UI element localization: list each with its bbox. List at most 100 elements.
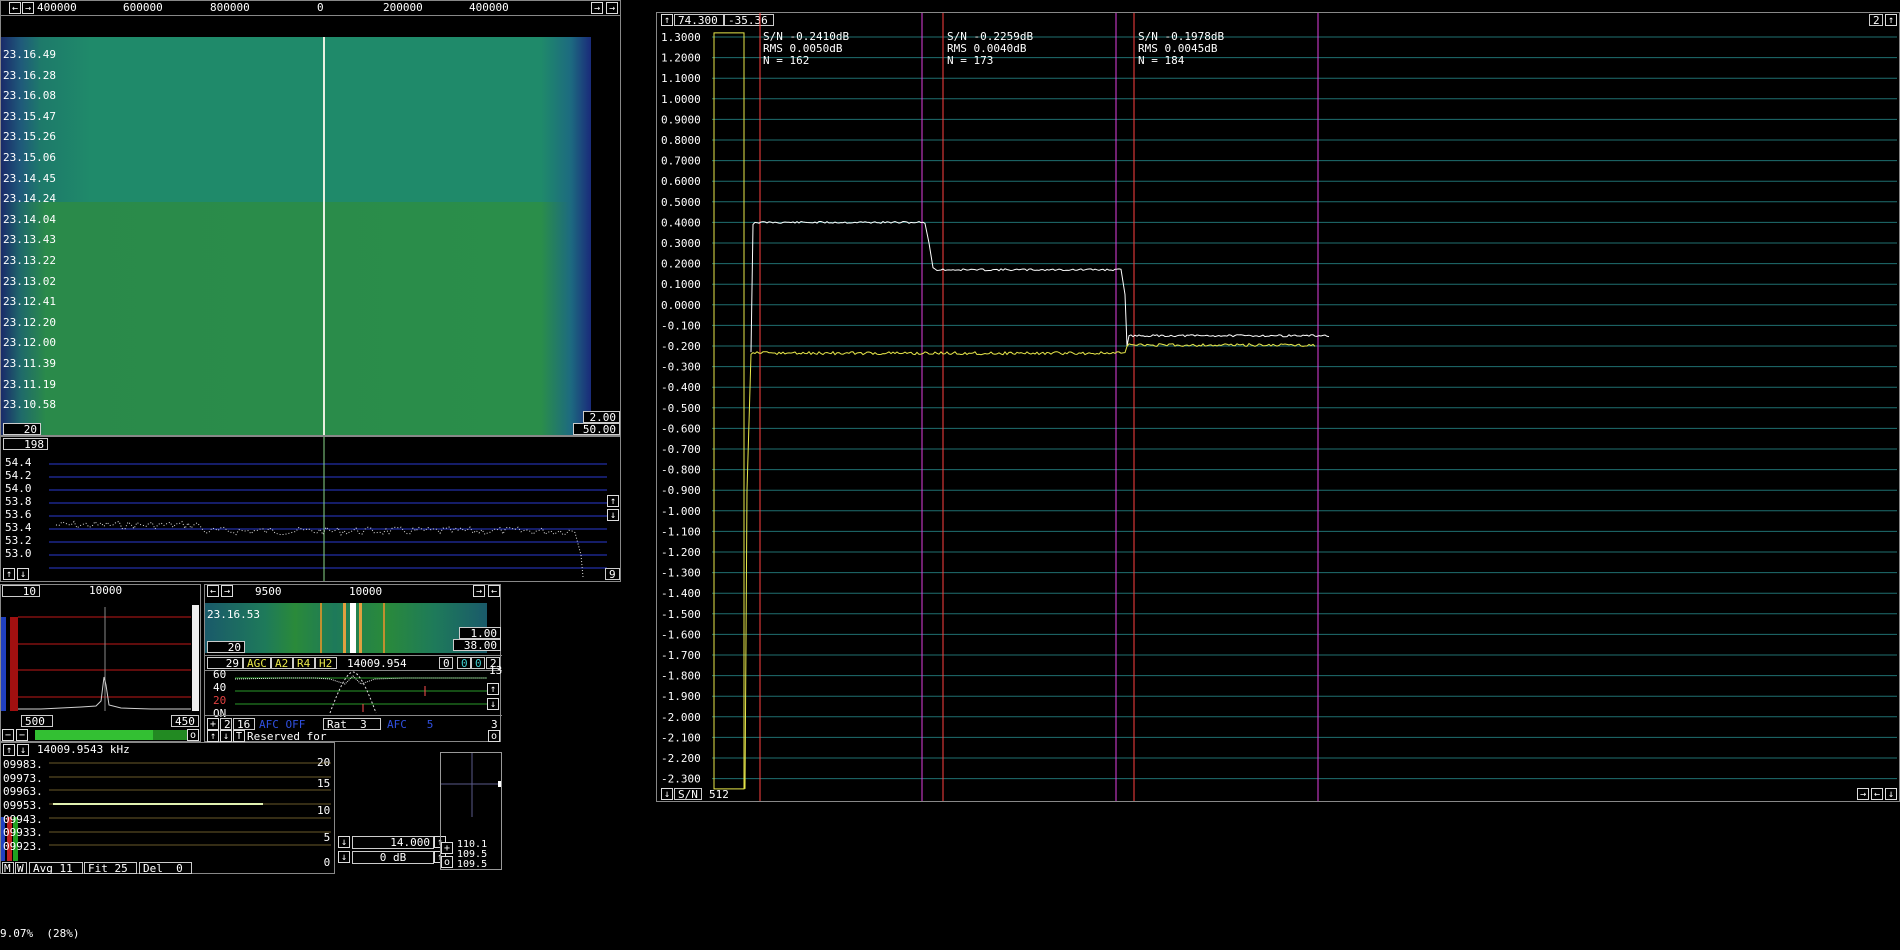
- s-meter-value2[interactable]: 0 dB: [352, 851, 434, 864]
- s-meter-panel: ↓ 14.000 ↑ ↓ 0 dB ↑: [336, 836, 446, 868]
- freq-list-row-label[interactable]: 09933.: [3, 827, 43, 841]
- waterfall-time-label: 23.15.06: [3, 150, 56, 164]
- waterfall-zero-field[interactable]: 50.00: [573, 423, 620, 436]
- waterfall-time-label: 23.16.28: [3, 68, 56, 82]
- hires-down-button[interactable]: ↓: [487, 698, 499, 710]
- mode-w-button[interactable]: W: [15, 862, 27, 875]
- polar-reading: 110.1: [457, 839, 488, 850]
- hires-right-button[interactable]: →: [221, 585, 233, 597]
- spectrum-scale-up-button[interactable]: ↑: [607, 495, 619, 507]
- hires-down2-button[interactable]: ↓: [220, 730, 232, 742]
- graph-y-label: -0.600: [661, 422, 701, 435]
- graph-right-button[interactable]: →: [1857, 788, 1869, 800]
- s-meter-value1[interactable]: 14.000: [352, 836, 434, 849]
- hires-right-field[interactable]: 0: [439, 657, 453, 670]
- waterfall-image[interactable]: [1, 37, 591, 435]
- freq-list-scale-label: 5: [323, 830, 331, 844]
- hires-bw2-field[interactable]: 16: [233, 718, 255, 731]
- sn-plot[interactable]: 1.3000 1.2000 1.1000 1.0000 0.9000 0.8000 0.70…: [657, 13, 1899, 801]
- hires-o-button[interactable]: o: [488, 730, 500, 742]
- hires-left-button[interactable]: ←: [207, 585, 219, 597]
- freq-list-rows: 09983. 09973. 09963. 09953. 09943. 09933…: [3, 759, 43, 855]
- fit-field[interactable]: Fit 25: [84, 862, 137, 875]
- freq-list-up-button[interactable]: ↑: [3, 744, 15, 756]
- hires-zoom-out-button[interactable]: ←: [488, 585, 500, 597]
- waterfall-scroll-left-button[interactable]: ←: [9, 2, 21, 14]
- graph-left-button[interactable]: ←: [1871, 788, 1883, 800]
- baseband-plot[interactable]: [1, 597, 200, 711]
- freq-list-controls: M W Avg 11 Fit 25 Del 0: [1, 862, 336, 875]
- hires-t-button[interactable]: T: [233, 730, 245, 742]
- waterfall-gain-field[interactable]: 2.00: [583, 411, 620, 424]
- hires-gridlines: [235, 677, 487, 705]
- avg-field[interactable]: Avg 11: [29, 862, 83, 875]
- waterfall-zoom-right-button[interactable]: →: [591, 2, 603, 14]
- hires-h2-button[interactable]: H2: [315, 657, 337, 670]
- hires-rat-field[interactable]: Rat 3: [323, 718, 381, 731]
- waterfall-pan-right-button[interactable]: →: [606, 2, 618, 14]
- sn-graph-window: ↑ 74.300 -35.36 2 ↑ 1.3000 1.2000 1.1000 1.…: [656, 12, 1900, 802]
- polar-o-button[interactable]: o: [441, 856, 453, 868]
- freq-list-row-label[interactable]: 09983.: [3, 759, 43, 773]
- freq-list-row-label[interactable]: 09963.: [3, 786, 43, 800]
- hires-trace: [234, 675, 487, 685]
- waterfall-freq-tick: 200000: [383, 1, 423, 14]
- hires-gain-field[interactable]: 1.00: [459, 627, 501, 640]
- s-meter-down-button[interactable]: ↓: [338, 836, 350, 848]
- graph-stat-n: N = 184: [1138, 54, 1185, 67]
- waterfall-time-label: 23.16.49: [3, 48, 56, 61]
- hires-afc2-text: AFC: [387, 718, 407, 731]
- freq-list-plot: [1, 762, 331, 861]
- graph-down-button[interactable]: ↓: [661, 788, 673, 800]
- polar-plus-button[interactable]: +: [441, 842, 453, 854]
- graph-mode-field[interactable]: S/N: [674, 788, 702, 801]
- spectrum-plot[interactable]: [1, 437, 620, 581]
- mode-m-button[interactable]: M: [2, 862, 14, 875]
- baseband-minus-button[interactable]: −: [2, 729, 14, 741]
- hires-signal-glow: [359, 603, 362, 653]
- hires-window: ← → 9500 10000 → ← 23.16.53 1.00 38.00 2…: [204, 584, 503, 743]
- s-meter-down2-button[interactable]: ↓: [338, 851, 350, 863]
- hires-bw-field[interactable]: 2: [220, 718, 232, 731]
- del-field[interactable]: Del 0: [139, 862, 192, 875]
- graph-y-label: 0.9000: [661, 113, 701, 126]
- waterfall-freq-tick: 600000: [123, 1, 163, 14]
- hires-zoom-in-button[interactable]: →: [473, 585, 485, 597]
- hires-afc2-label[interactable]: AFC 5: [387, 719, 433, 731]
- graph-y-label: 0.7000: [661, 155, 701, 168]
- spectrum-up-button[interactable]: ↑: [3, 568, 15, 580]
- baseband-top-left-field[interactable]: 10: [2, 585, 40, 598]
- graph-down-right-button[interactable]: ↓: [1885, 788, 1897, 800]
- waterfall-avg-field[interactable]: 20: [3, 423, 41, 436]
- hires-right-field[interactable]: 0: [471, 657, 485, 670]
- baseband-minus2-button[interactable]: −: [16, 729, 28, 741]
- spectrum-scale-down-button[interactable]: ↓: [607, 509, 619, 521]
- hires-left-field[interactable]: 20: [207, 641, 245, 654]
- spectrum-down-button[interactable]: ↓: [17, 568, 29, 580]
- hires-up2-button[interactable]: ↑: [207, 730, 219, 742]
- waterfall-scroll-right-button[interactable]: →: [22, 2, 34, 14]
- graph-y-label: 1.0000: [661, 93, 701, 106]
- hires-time: 23.16.53: [207, 608, 260, 621]
- freq-list-row-label[interactable]: 09973.: [3, 772, 43, 787]
- hires-freq-tick: 10000: [349, 585, 383, 598]
- hires-r4-button[interactable]: R4: [293, 657, 315, 670]
- baseband-bottom-right-field[interactable]: 450: [171, 715, 199, 728]
- baseband-bottom-left-field[interactable]: 500: [21, 715, 53, 728]
- freq-list-row-label[interactable]: 09923.: [3, 841, 43, 855]
- hires-spectrum[interactable]: [205, 670, 502, 714]
- hires-plus-button[interactable]: +: [207, 718, 219, 730]
- baseband-o-button[interactable]: o: [187, 729, 199, 741]
- freq-list-down-button[interactable]: ↓: [17, 744, 29, 756]
- hires-up-button[interactable]: ↑: [487, 683, 499, 695]
- freq-list-row-label[interactable]: 09953.: [3, 800, 43, 814]
- freq-list-row-label[interactable]: 09943.: [3, 813, 43, 828]
- graph-stats-1: S/N -0.2410dB RMS 0.0050dB N = 162: [763, 31, 849, 67]
- hires-zero-field[interactable]: 38.00: [453, 639, 501, 652]
- hires-right-value: 13: [489, 664, 503, 677]
- spectrum-right-field[interactable]: 9: [605, 568, 620, 581]
- hires-agc-button[interactable]: AGC: [243, 657, 271, 670]
- hires-right-field[interactable]: 0: [457, 657, 471, 670]
- hires-a2-button[interactable]: A2: [271, 657, 293, 670]
- graph-y-label: -1.700: [661, 649, 701, 662]
